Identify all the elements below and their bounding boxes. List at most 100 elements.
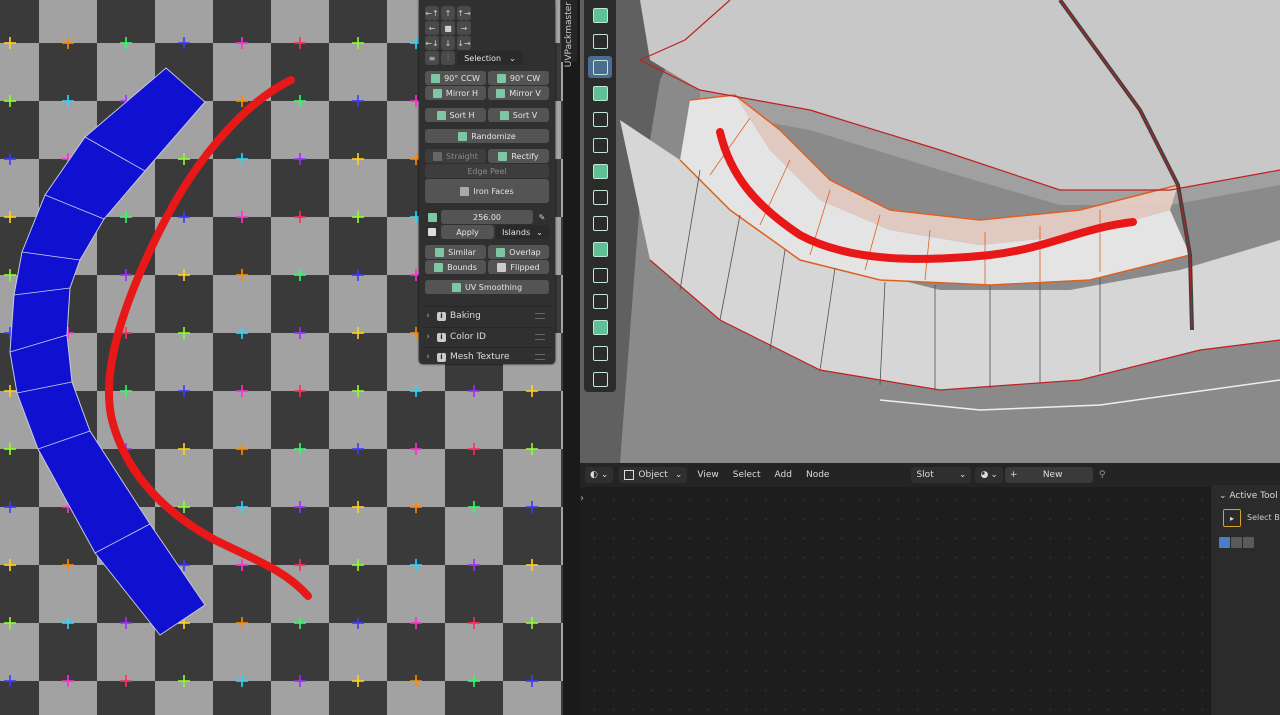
menu-select[interactable]: Select (729, 470, 765, 480)
selection-dropdown[interactable]: Selection ⌄ (457, 51, 523, 65)
node-editor-header: ◐ ⌄ Object ⌄ View Select Add Node Slot ⌄ ◕ ⌄… (580, 463, 1280, 487)
section-mesh-texture[interactable]: › i Mesh Texture (423, 347, 551, 366)
select-similar-row: Similar Overlap (425, 245, 549, 259)
section-label: Baking (450, 311, 481, 321)
apply-button[interactable]: Apply (441, 225, 494, 239)
drag-handle-icon[interactable] (535, 313, 545, 319)
bevel-icon[interactable] (588, 134, 612, 156)
uv-grid-cross-marker (120, 617, 132, 629)
editor-type-button[interactable]: ◐ ⌄ (585, 467, 614, 483)
edge-slide-icon[interactable] (588, 290, 612, 312)
bounds-icon (434, 262, 444, 272)
select-box-icon[interactable]: ▸ (1223, 509, 1241, 527)
uv-grid-cross-marker (352, 269, 364, 281)
checkbox-icon[interactable] (425, 225, 439, 239)
rotate-ccw-button[interactable]: 90° CCW (425, 71, 486, 85)
texel-value-field[interactable]: 256.00 (441, 210, 533, 224)
inset-icon[interactable] (588, 108, 612, 130)
active-tool-header[interactable]: ⌄ Active Tool (1219, 491, 1278, 501)
shrink-fatten-icon[interactable] (588, 316, 612, 338)
info-icon: i (437, 311, 446, 321)
drag-handle-icon[interactable] (535, 354, 545, 360)
chevron-right-icon: › (426, 311, 430, 321)
sort-h-button[interactable]: Sort H (425, 108, 486, 122)
overlap-button[interactable]: Overlap (488, 245, 549, 259)
rotate-cw-button[interactable]: 90° CW (488, 71, 549, 85)
distribute-icon[interactable]: ≡ (425, 51, 439, 65)
straight-button[interactable]: Straight (425, 149, 486, 163)
extrude-icon[interactable] (588, 82, 612, 104)
uv-grid-cross-marker (4, 385, 16, 397)
bounds-button[interactable]: Bounds (425, 260, 486, 274)
pin-icon[interactable]: ⚲ (1099, 470, 1106, 480)
edge-peel-button[interactable]: Edge Peel (425, 164, 549, 178)
shear-icon[interactable] (588, 342, 612, 364)
sidebar-tab-uvpackmaster[interactable]: UVPackmaster (560, 0, 577, 67)
eyedropper-icon[interactable]: ✎ (535, 210, 549, 224)
transform-icon[interactable] (588, 4, 612, 26)
select-subtract-icon[interactable] (1243, 537, 1254, 548)
uv-grid-cross-marker (294, 211, 306, 223)
rip-icon[interactable] (588, 368, 612, 390)
menu-node[interactable]: Node (802, 470, 834, 480)
knife-icon[interactable] (588, 186, 612, 208)
slot-dropdown[interactable]: Slot ⌄ (911, 467, 972, 483)
align-bottom-right-icon[interactable]: ↓→ (457, 36, 471, 50)
object-mode-dropdown[interactable]: Object ⌄ (619, 467, 688, 483)
align-top-icon[interactable]: ↑ (441, 6, 455, 20)
add-cube-icon[interactable] (588, 56, 612, 78)
uv-grid-cross-marker (526, 559, 538, 571)
rectify-button[interactable]: Rectify (488, 149, 549, 163)
align-top-right-icon[interactable]: ↑→ (457, 6, 471, 20)
straight-icon (433, 151, 443, 161)
select-extend-icon[interactable] (1231, 537, 1242, 548)
mirror-v-button[interactable]: Mirror V (488, 86, 549, 100)
uv-grid-cross-marker (352, 443, 364, 455)
new-material-button[interactable]: + New (1004, 467, 1093, 483)
uv-grid-cross-marker (236, 211, 248, 223)
smooth-icon[interactable] (588, 264, 612, 286)
uv-grid-cross-marker (352, 327, 364, 339)
shader-editor-icon: ◐ (590, 470, 598, 480)
node-editor[interactable]: ◐ ⌄ Object ⌄ View Select Add Node Slot ⌄ ◕ ⌄… (580, 463, 1280, 715)
menu-view[interactable]: View (693, 470, 722, 480)
measure-icon[interactable] (588, 30, 612, 52)
uv-grid-cross-marker (468, 675, 480, 687)
align-bottom-left-icon[interactable]: ←↓ (425, 36, 439, 50)
uv-grid-cross-marker (236, 327, 248, 339)
align-right-icon[interactable]: → (457, 21, 471, 35)
expand-chevron-icon[interactable]: › (580, 493, 584, 504)
spin-icon[interactable] (588, 238, 612, 260)
randomize-button[interactable]: Randomize (425, 129, 549, 143)
align-left-icon[interactable]: ← (425, 21, 439, 35)
uv-grid-cross-marker (236, 501, 248, 513)
material-browse-button[interactable]: ◕ ⌄ (975, 467, 1003, 483)
sort-v-button[interactable]: Sort V (488, 108, 549, 122)
3d-viewport[interactable] (580, 0, 1280, 463)
similar-button[interactable]: Similar (425, 245, 486, 259)
select-bounds-row: Bounds Flipped (425, 260, 549, 274)
uv-island[interactable] (9, 67, 206, 636)
mirror-h-button[interactable]: Mirror H (425, 86, 486, 100)
menu-add[interactable]: Add (771, 470, 796, 480)
select-new-icon[interactable] (1219, 537, 1230, 548)
align-top-left-icon[interactable]: ←↑ (425, 6, 439, 20)
uv-grid-cross-marker (352, 385, 364, 397)
section-baking[interactable]: › i Baking (423, 306, 551, 325)
align-center-icon[interactable]: ■ (441, 21, 455, 35)
poly-build-icon[interactable] (588, 212, 612, 234)
section-color-id[interactable]: › i Color ID (423, 327, 551, 346)
align-bottom-icon[interactable]: ↓ (441, 36, 455, 50)
iron-faces-button[interactable]: Iron Faces (425, 179, 549, 203)
distribute-vertical-icon[interactable]: ⫶ (441, 51, 455, 65)
uv-smoothing-button[interactable]: UV Smoothing (425, 280, 549, 294)
loop-cut-icon[interactable] (588, 160, 612, 182)
drag-handle-icon[interactable] (535, 334, 545, 340)
islands-dropdown[interactable]: Islands ⌄ (496, 225, 549, 239)
flipped-button[interactable]: Flipped (488, 260, 549, 274)
area-divider[interactable] (563, 0, 580, 715)
uv-grid-cross-marker (178, 675, 190, 687)
uv-grid-cross-marker (236, 269, 248, 281)
iron-icon (460, 186, 470, 196)
uv-grid-cross-marker (4, 617, 16, 629)
